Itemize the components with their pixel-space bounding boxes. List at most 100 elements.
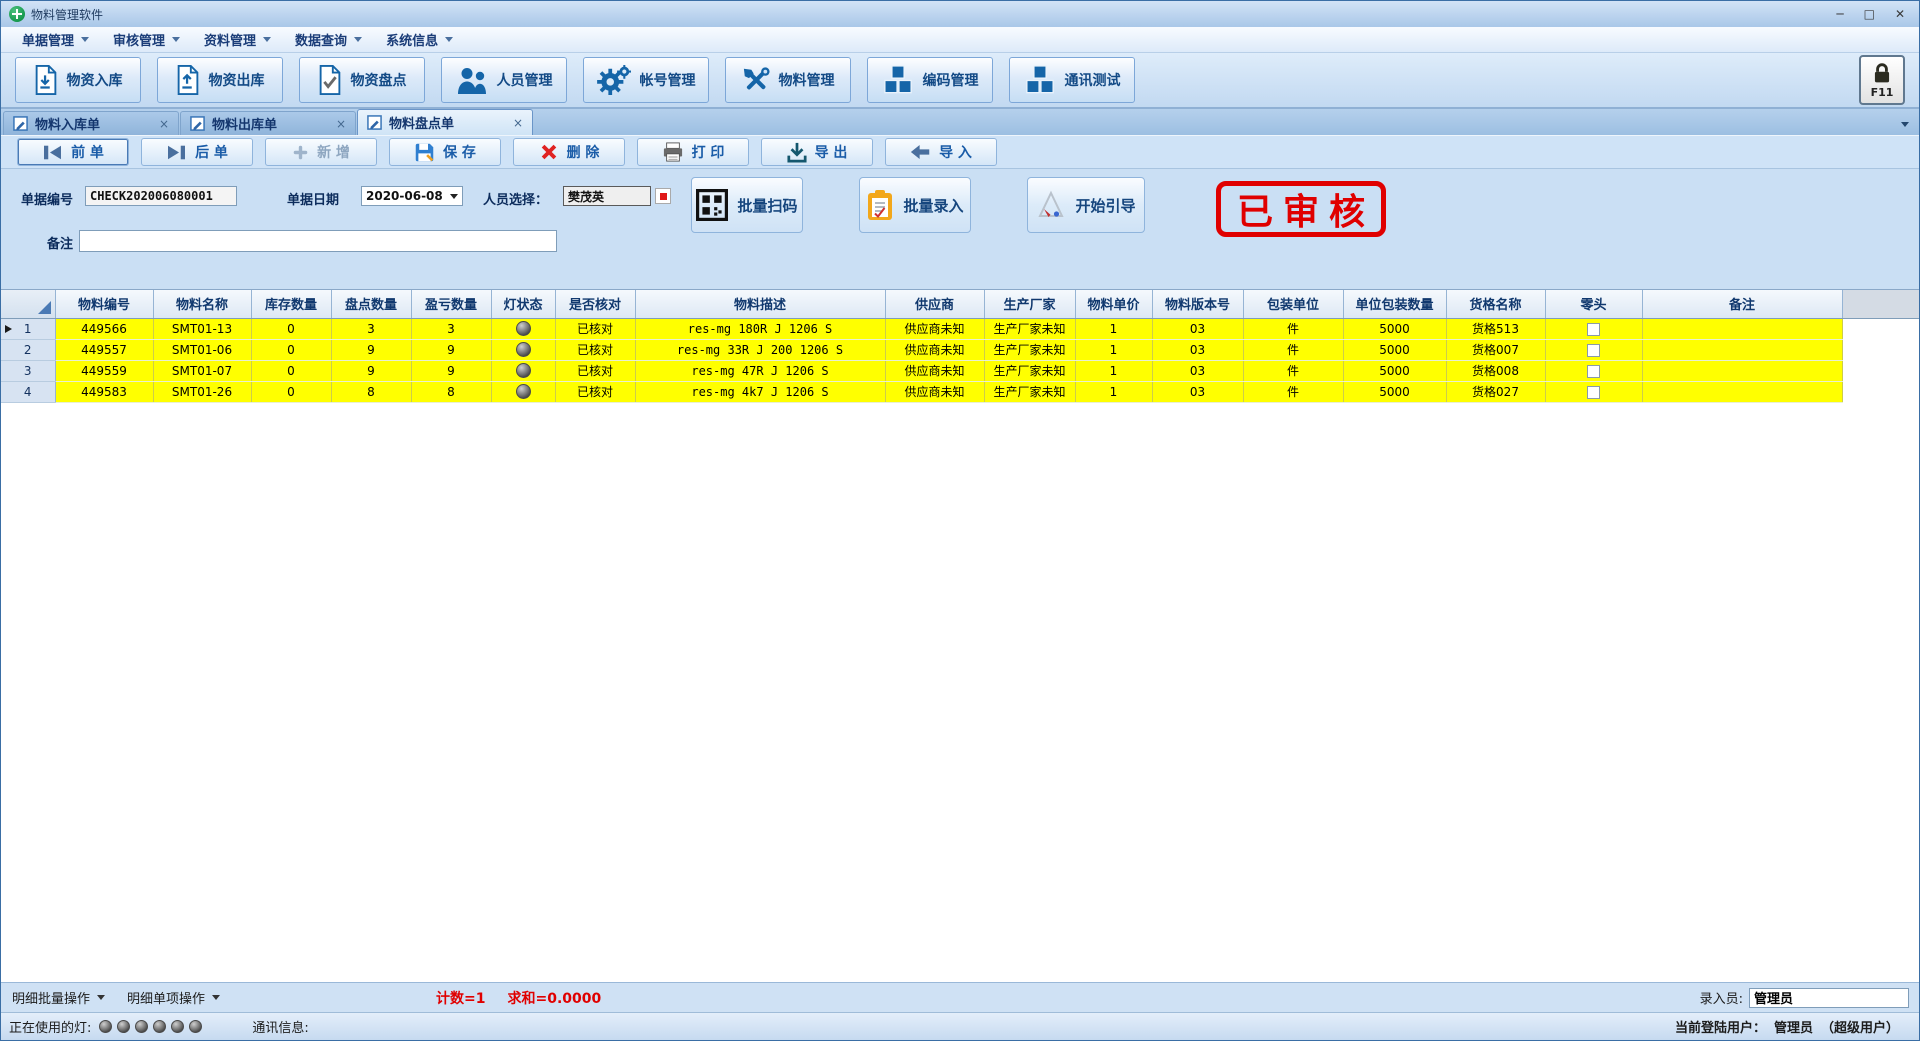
detail-single-ops-button[interactable]: 明细单项操作: [116, 983, 231, 1012]
column-header[interactable]: 单位包装数量: [1343, 290, 1446, 318]
cell-desc[interactable]: res-mg 47R J 1206 S: [635, 360, 885, 381]
column-header[interactable]: 物料版本号: [1152, 290, 1243, 318]
stock-check-button[interactable]: 物资盘点: [299, 57, 425, 103]
cell-maker[interactable]: 生产厂家未知: [984, 360, 1075, 381]
tab-list-dropdown-icon[interactable]: [1901, 122, 1909, 127]
cell-version[interactable]: 03: [1152, 381, 1243, 402]
column-header[interactable]: 物料名称: [153, 290, 251, 318]
cell-name[interactable]: SMT01-06: [153, 339, 251, 360]
cell-version[interactable]: 03: [1152, 360, 1243, 381]
cell-remark[interactable]: [1642, 339, 1842, 360]
cell-counted[interactable]: 9: [331, 339, 411, 360]
person-picker-button[interactable]: [655, 188, 671, 204]
tab-close-icon[interactable]: ×: [159, 117, 169, 131]
cell-desc[interactable]: res-mg 4k7 J 1206 S: [635, 381, 885, 402]
column-header[interactable]: 物料单价: [1075, 290, 1152, 318]
cell-price[interactable]: 1: [1075, 339, 1152, 360]
column-header[interactable]: 零头: [1545, 290, 1642, 318]
import-button[interactable]: 导 入: [885, 138, 997, 166]
cell-supplier[interactable]: 供应商未知: [885, 381, 984, 402]
cell-led-status[interactable]: [491, 360, 555, 381]
cell-led-status[interactable]: [491, 339, 555, 360]
cell-pack[interactable]: 5000: [1343, 339, 1446, 360]
export-button[interactable]: 导 出: [761, 138, 873, 166]
cell-diff[interactable]: 3: [411, 318, 491, 339]
cell-version[interactable]: 03: [1152, 318, 1243, 339]
cell-code[interactable]: 449559: [55, 360, 153, 381]
column-header[interactable]: 生产厂家: [984, 290, 1075, 318]
cell-unit[interactable]: 件: [1243, 318, 1343, 339]
cell-code[interactable]: 449566: [55, 318, 153, 339]
cell-slot[interactable]: 货格027: [1446, 381, 1545, 402]
menu-audit[interactable]: 审核管理: [102, 27, 191, 52]
cell-price[interactable]: 1: [1075, 318, 1152, 339]
cell-led-status[interactable]: [491, 318, 555, 339]
new-doc-button[interactable]: 新 增: [265, 138, 377, 166]
cell-remark[interactable]: [1642, 360, 1842, 381]
column-header[interactable]: 灯状态: [491, 290, 555, 318]
doc-date-select[interactable]: 2020-06-08: [361, 186, 463, 206]
cell-slot[interactable]: 货格007: [1446, 339, 1545, 360]
tab-stock-out-form[interactable]: 物料出库单 ×: [180, 111, 356, 135]
cell-led-status[interactable]: [491, 381, 555, 402]
cell-code[interactable]: 449583: [55, 381, 153, 402]
cell-counted[interactable]: 9: [331, 360, 411, 381]
row-selector[interactable]: 1: [1, 318, 55, 339]
minimize-button[interactable]: ─: [1836, 7, 1843, 21]
cell-diff[interactable]: 9: [411, 360, 491, 381]
cell-checked[interactable]: 已核对: [555, 360, 635, 381]
table-row[interactable]: 1449566SMT01-13033已核对res-mg 180R J 1206 …: [1, 318, 1919, 339]
person-select[interactable]: 樊茂英: [563, 186, 651, 206]
cell-name[interactable]: SMT01-07: [153, 360, 251, 381]
stock-in-button[interactable]: 物资入库: [15, 57, 141, 103]
cell-code[interactable]: 449557: [55, 339, 153, 360]
column-header[interactable]: 物料描述: [635, 290, 885, 318]
cell-stock[interactable]: 0: [251, 381, 331, 402]
checkbox-unchecked[interactable]: [1587, 365, 1600, 378]
cell-checked[interactable]: 已核对: [555, 318, 635, 339]
cell-counted[interactable]: 3: [331, 318, 411, 339]
cell-name[interactable]: SMT01-26: [153, 381, 251, 402]
row-selector[interactable]: 4: [1, 381, 55, 402]
maximize-button[interactable]: □: [1864, 7, 1875, 21]
cell-unit[interactable]: 件: [1243, 360, 1343, 381]
column-header[interactable]: 盈亏数量: [411, 290, 491, 318]
prev-doc-button[interactable]: 前 单: [17, 138, 129, 166]
column-header[interactable]: 是否核对: [555, 290, 635, 318]
account-manage-button[interactable]: 帐号管理: [583, 57, 709, 103]
cell-checked[interactable]: 已核对: [555, 381, 635, 402]
table-row[interactable]: 4449583SMT01-26088已核对res-mg 4k7 J 1206 S…: [1, 381, 1919, 402]
print-button[interactable]: 打 印: [637, 138, 749, 166]
cell-version[interactable]: 03: [1152, 339, 1243, 360]
column-header[interactable]: 供应商: [885, 290, 984, 318]
lock-f11-button[interactable]: F11: [1859, 55, 1905, 105]
cell-stock[interactable]: 0: [251, 360, 331, 381]
checkbox-unchecked[interactable]: [1587, 323, 1600, 336]
cell-desc[interactable]: res-mg 33R J 200 1206 S: [635, 339, 885, 360]
cell-fraction[interactable]: [1545, 339, 1642, 360]
material-manage-button[interactable]: 物料管理: [725, 57, 851, 103]
remark-input[interactable]: [79, 230, 557, 252]
cell-counted[interactable]: 8: [331, 381, 411, 402]
column-header[interactable]: 备注: [1642, 290, 1842, 318]
cell-pack[interactable]: 5000: [1343, 360, 1446, 381]
detail-batch-ops-button[interactable]: 明细批量操作: [1, 983, 116, 1012]
column-header[interactable]: 盘点数量: [331, 290, 411, 318]
table-row[interactable]: 2449557SMT01-06099已核对res-mg 33R J 200 12…: [1, 339, 1919, 360]
cell-unit[interactable]: 件: [1243, 381, 1343, 402]
cell-unit[interactable]: 件: [1243, 339, 1343, 360]
stock-out-button[interactable]: 物资出库: [157, 57, 283, 103]
comm-test-button[interactable]: 通讯测试: [1009, 57, 1135, 103]
column-header[interactable]: 物料编号: [55, 290, 153, 318]
cell-pack[interactable]: 5000: [1343, 318, 1446, 339]
staff-manage-button[interactable]: 人员管理: [441, 57, 567, 103]
cell-remark[interactable]: [1642, 381, 1842, 402]
next-doc-button[interactable]: 后 单: [141, 138, 253, 166]
cell-diff[interactable]: 9: [411, 339, 491, 360]
cell-checked[interactable]: 已核对: [555, 339, 635, 360]
cell-supplier[interactable]: 供应商未知: [885, 339, 984, 360]
tab-close-icon[interactable]: ×: [513, 116, 523, 130]
column-header[interactable]: 包装单位: [1243, 290, 1343, 318]
batch-scan-button[interactable]: 批量扫码: [691, 177, 803, 233]
row-selector[interactable]: 2: [1, 339, 55, 360]
